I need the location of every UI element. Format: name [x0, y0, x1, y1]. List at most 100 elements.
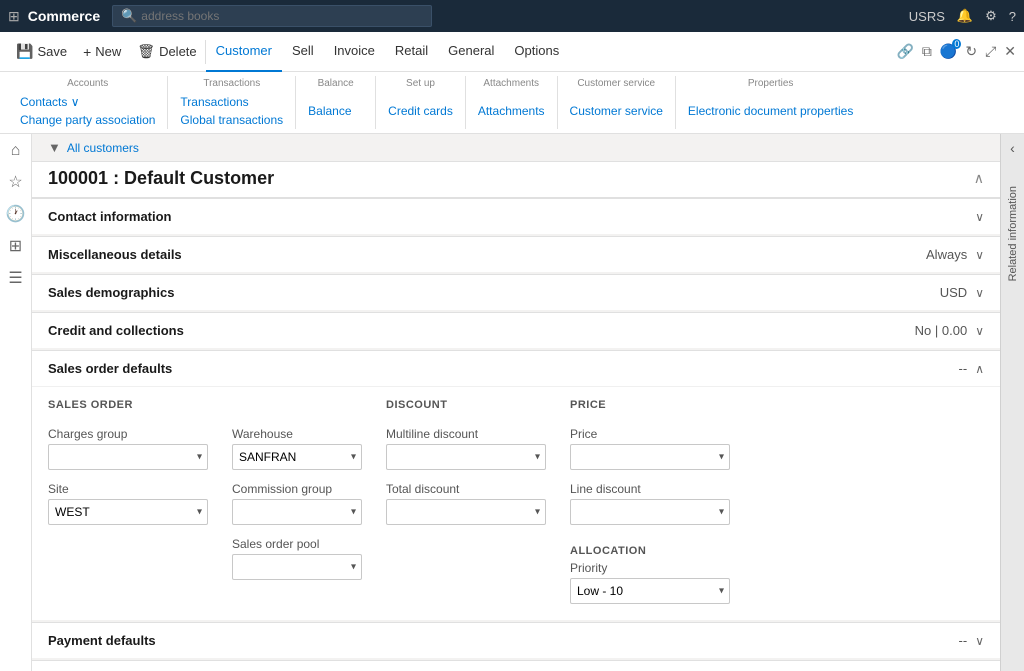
section-credit-title: Credit and collections [48, 323, 184, 338]
tab-customer[interactable]: Customer [206, 32, 282, 72]
content-top-bar: ▼ All customers [32, 134, 1000, 162]
discount-label: DISCOUNT [386, 399, 546, 411]
section-contact-title: Contact information [48, 209, 172, 224]
site-label: Site [48, 482, 208, 496]
recent-icon[interactable]: 🕐 [6, 204, 26, 224]
ribbon-group-properties-title: Properties [688, 76, 853, 89]
misc-meta-value: Always [926, 247, 967, 262]
app-icon[interactable]: ⧉ [922, 43, 932, 60]
gear-icon[interactable]: ⚙ [985, 8, 997, 24]
link-icon[interactable]: 🔗 [896, 43, 913, 60]
section-payment-header[interactable]: Payment defaults -- ∨ [32, 623, 1000, 658]
ribbon-group-transactions: Transactions Transactions Global transac… [168, 76, 296, 129]
site-select[interactable]: WEST [48, 499, 208, 525]
payment-meta-value: -- [959, 633, 968, 648]
section-invoice-header[interactable]: Invoice and delivery -- ∨ [32, 661, 1000, 671]
ribbon-group-properties-items: Electronic document properties [688, 93, 853, 129]
home-icon[interactable]: ⌂ [11, 142, 21, 160]
favorites-icon[interactable]: ☆ [8, 172, 22, 192]
save-button[interactable]: 💾 Save [8, 36, 75, 68]
priority-field: Priority Low - 10 ▾ [570, 561, 730, 604]
ribbon-group-balance-title: Balance [308, 76, 363, 89]
section-demographics-header[interactable]: Sales demographics USD ∨ [32, 275, 1000, 310]
section-credit-header[interactable]: Credit and collections No | 0.00 ∨ [32, 313, 1000, 348]
section-contact-meta: ∨ [975, 210, 984, 224]
ribbon-credit-cards[interactable]: Credit cards [388, 104, 453, 118]
sales-defaults-meta-value: -- [959, 361, 968, 376]
demographics-meta-value: USD [940, 285, 967, 300]
ribbon-group-customer-service-title: Customer service [570, 76, 663, 89]
list-icon[interactable]: ☰ [8, 268, 22, 288]
new-icon: + [83, 44, 91, 60]
right-panel-collapse-arrow[interactable]: ‹ [1004, 134, 1021, 162]
section-demographics-title: Sales demographics [48, 285, 174, 300]
app-name: Commerce [28, 8, 100, 24]
badge-icon[interactable]: 🔵0 [940, 43, 957, 60]
new-button[interactable]: + New [75, 36, 129, 68]
bell-icon[interactable]: 🔔 [957, 8, 973, 24]
sales-order-pool-select[interactable] [232, 554, 362, 580]
section-payment-defaults: Payment defaults -- ∨ [32, 622, 1000, 658]
refresh-icon[interactable]: ↻ [965, 43, 977, 60]
commission-group-field: Commission group ▾ [232, 482, 362, 525]
section-sales-demographics: Sales demographics USD ∨ [32, 274, 1000, 310]
tab-sell[interactable]: Sell [282, 32, 324, 72]
search-input[interactable] [141, 9, 423, 23]
section-demographics-meta: USD ∨ [940, 285, 984, 300]
total-discount-wrapper: ▾ [386, 499, 546, 525]
section-sales-defaults-title: Sales order defaults [48, 361, 172, 376]
tab-retail[interactable]: Retail [385, 32, 438, 72]
price-select[interactable] [570, 444, 730, 470]
command-bar: 💾 Save + New 🗑 Delete Customer Sell Invo… [0, 32, 1024, 72]
ribbon-electronic-doc[interactable]: Electronic document properties [688, 104, 853, 118]
section-sales-defaults-header[interactable]: Sales order defaults -- ∧ [32, 351, 1000, 386]
main-area: ⌂ ☆ 🕐 ⊞ ☰ ▼ All customers 100001 : Defau… [0, 134, 1024, 671]
sales-order-col: SALES ORDER Charges group ▾ [48, 399, 208, 604]
section-contact-header[interactable]: Contact information ∨ [32, 199, 1000, 234]
multiline-discount-select[interactable] [386, 444, 546, 470]
warehouse-wrapper: SANFRAN ▾ [232, 444, 362, 470]
tab-invoice[interactable]: Invoice [324, 32, 385, 72]
section-invoice-delivery: Invoice and delivery -- ∨ [32, 660, 1000, 671]
ribbon-group-customer-service: Customer service Customer service [558, 76, 676, 129]
chevron-credit: ∨ [975, 324, 984, 338]
charges-group-select[interactable] [48, 444, 208, 470]
ribbon-customer-service[interactable]: Customer service [570, 104, 663, 118]
ribbon-balance[interactable]: Balance [308, 104, 351, 118]
right-panel[interactable]: ‹ Related information [1000, 134, 1024, 671]
line-discount-field: Line discount ▾ [570, 482, 730, 525]
tab-options[interactable]: Options [504, 32, 569, 72]
collapse-all-icon[interactable]: ∧ [974, 170, 984, 187]
priority-select[interactable]: Low - 10 [570, 578, 730, 604]
workspace-icon[interactable]: ⊞ [9, 236, 22, 256]
record-title-bar: 100001 : Default Customer ∧ [32, 162, 1000, 198]
total-discount-select[interactable] [386, 499, 546, 525]
line-discount-select[interactable] [570, 499, 730, 525]
ribbon-group-accounts-items: Contacts ∨ Change party association [20, 93, 155, 129]
ribbon-group-attachments-items: Attachments [478, 93, 545, 129]
help-icon[interactable]: ? [1009, 9, 1016, 24]
expand-icon[interactable]: ⤢ [985, 43, 996, 60]
warehouse-select[interactable]: SANFRAN [232, 444, 362, 470]
delete-button[interactable]: 🗑 Delete [129, 36, 204, 68]
ribbon-attachments[interactable]: Attachments [478, 104, 545, 118]
ribbon-bar: Accounts Contacts ∨ Change party associa… [0, 72, 1024, 134]
search-box[interactable]: 🔍 [112, 5, 432, 27]
commission-group-label: Commission group [232, 482, 362, 496]
breadcrumb[interactable]: All customers [67, 141, 139, 155]
chevron-sales-defaults: ∧ [975, 362, 984, 376]
section-misc-header[interactable]: Miscellaneous details Always ∨ [32, 237, 1000, 272]
save-icon: 💾 [16, 43, 33, 60]
close-icon[interactable]: ✕ [1004, 43, 1016, 60]
tab-general[interactable]: General [438, 32, 504, 72]
section-payment-meta: -- ∨ [959, 633, 984, 648]
ribbon-group-balance: Balance Balance [296, 76, 376, 129]
ribbon-contacts[interactable]: Contacts ∨ [20, 95, 155, 109]
ribbon-transactions[interactable]: Transactions [180, 95, 283, 109]
commission-group-select[interactable] [232, 499, 362, 525]
ribbon-change-party[interactable]: Change party association [20, 113, 155, 127]
discount-col: DISCOUNT Multiline discount ▾ [386, 399, 546, 604]
chevron-misc: ∨ [975, 248, 984, 262]
multiline-discount-label: Multiline discount [386, 427, 546, 441]
ribbon-global-transactions[interactable]: Global transactions [180, 113, 283, 127]
